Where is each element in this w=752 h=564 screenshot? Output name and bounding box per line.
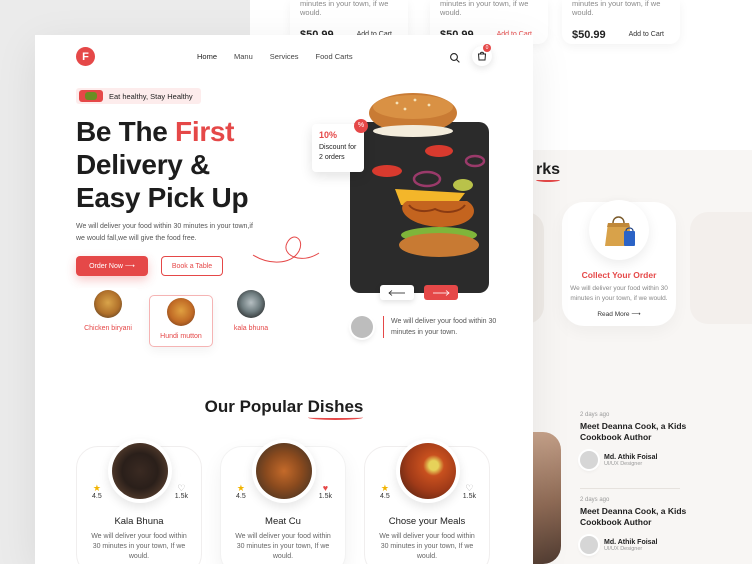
salad-icon [79, 90, 103, 102]
nav-link-menu[interactable]: Manu [234, 52, 253, 61]
logo[interactable]: F [76, 47, 95, 66]
delivery-note: We will deliver your food within 30 minu… [351, 316, 501, 338]
dish-image [400, 443, 456, 499]
star-icon: ★ [236, 483, 245, 493]
avatar [351, 316, 373, 338]
author-role: UI/UX Designer [604, 545, 643, 552]
hero-tag-text: Eat healthy, Stay Healthy [109, 91, 193, 101]
blog-title[interactable]: Meet Deanna Cook, a Kids Cookbook Author [580, 421, 690, 443]
dish-card[interactable]: ★ 4.5 ♥ 1.5k Meat Cu We will deliver your … [220, 439, 346, 564]
blog-image [533, 432, 561, 564]
author-name: Md. Athik Foisal [604, 453, 658, 461]
dish-likes[interactable]: ♡ 1.5k [175, 483, 188, 500]
cart-count-badge: 0 [483, 44, 491, 52]
dish-plate [252, 439, 316, 503]
avatar [580, 451, 598, 469]
dish-likes[interactable]: ♥ 1.5k [319, 483, 332, 500]
arrow-right-icon: ⟶ [631, 311, 641, 318]
nav-link-services[interactable]: Services [270, 52, 299, 61]
dish-desc: We will deliver your food within 30 minu… [379, 533, 475, 560]
discount-percent: 10% [319, 130, 338, 140]
divider [383, 316, 384, 338]
dish-desc: We will deliver your food within 30 minu… [91, 533, 187, 560]
dish-desc: We will deliver your food within 30 minu… [235, 533, 331, 560]
blog-post[interactable]: 2 days ago Meet Deanna Cook, a Kids Cook… [580, 497, 690, 554]
step-card-collect: Collect Your Order We will deliver your … [562, 200, 676, 326]
navbar: F Home Manu Services Food Carts 0 [35, 35, 533, 79]
hero-tag: Eat healthy, Stay Healthy [76, 88, 201, 104]
hero-title: Be The First Delivery & Easy Pick Up [76, 116, 249, 213]
nav-link-home[interactable]: Home [197, 52, 217, 61]
dish-card[interactable]: ★ 4.5 ♡ 1.5k Kala Bhuna We will deliver yo… [76, 439, 202, 564]
popular-dishes-title: Our Popular Dishes [204, 397, 364, 416]
product-desc: minutes in your town, if we would. [300, 0, 389, 17]
decorative-swirl [252, 236, 320, 263]
hero-description: We will deliver your food within 30 minu… [76, 223, 253, 242]
product-card: minutes in your town, if we would. $50.9… [562, 0, 680, 44]
step-card-partial [690, 212, 752, 324]
mini-dish-card[interactable]: Hundi mutton [149, 295, 213, 347]
mini-dish-card[interactable]: Chicken biryani [76, 288, 140, 342]
add-to-cart-button[interactable]: Add to Cart [623, 27, 670, 42]
blog-post[interactable]: 2 days ago Meet Deanna Cook, a Kids Cook… [580, 412, 690, 469]
product-desc: minutes in your town, if we would. [440, 0, 529, 17]
mini-dish-label: Chicken biryani [84, 325, 132, 332]
dish-plate [108, 439, 172, 503]
arrow-left-icon [388, 289, 405, 296]
heart-icon: ♡ [177, 483, 186, 493]
arrow-right-icon: ⟶ [124, 263, 135, 270]
divider [580, 488, 680, 489]
dish-image [167, 298, 195, 326]
read-more-link[interactable]: Read More ⟶ [562, 310, 676, 318]
author-role: UI/UX Designer [604, 460, 643, 467]
step-desc: We will deliver your food within 30 minu… [570, 285, 668, 302]
star-icon: ★ [92, 483, 101, 493]
delivery-note-text: We will deliver your food within 30 minu… [391, 318, 497, 336]
book-table-button[interactable]: Book a Table [161, 256, 223, 276]
dish-image [112, 443, 168, 499]
heart-filled-icon: ♥ [322, 483, 329, 493]
star-icon: ★ [380, 483, 389, 493]
nav-links: Home Manu Services Food Carts [197, 52, 353, 61]
next-arrow-button[interactable] [424, 285, 458, 300]
mini-dish-label: kala bhuna [233, 325, 269, 332]
how-it-works-title: rks [536, 161, 561, 182]
step-title: Collect Your Order [581, 270, 657, 280]
dish-name: Kala Bhuna [114, 516, 164, 527]
main-page: F Home Manu Services Food Carts 0 Eat he… [35, 35, 533, 564]
dish-name: Chose your Meals [388, 516, 466, 527]
product-price: $50.99 [572, 28, 606, 41]
dish-name: Meat Cu [265, 516, 301, 527]
dish-image [237, 290, 265, 318]
mini-dish-label: Hundi mutton [160, 333, 202, 340]
order-now-button[interactable]: Order Now ⟶ [76, 256, 148, 276]
dish-card[interactable]: ★ 4.5 ♡ 1.5k Chose your Meals We will deli… [364, 439, 490, 564]
dish-rating: ★ 4.5 [92, 483, 102, 500]
mini-dish-card[interactable]: kala bhuna [219, 288, 283, 342]
avatar [580, 536, 598, 554]
blog-date: 2 days ago [580, 497, 610, 503]
dish-rating: ★ 4.5 [380, 483, 390, 500]
author-name: Md. Athik Foisal [604, 538, 658, 546]
percent-badge: % [354, 119, 368, 133]
dish-rating: ★ 4.5 [236, 483, 246, 500]
blog-date: 2 days ago [580, 412, 610, 418]
shopping-bag-icon [589, 200, 649, 260]
product-desc: minutes in your town, if we would. [572, 0, 661, 17]
dish-image [256, 443, 312, 499]
blog-title[interactable]: Meet Deanna Cook, a Kids Cookbook Author [580, 506, 690, 528]
dish-plate [396, 439, 460, 503]
prev-arrow-button[interactable] [380, 285, 414, 300]
heart-icon: ♡ [465, 483, 474, 493]
search-icon[interactable] [449, 51, 461, 63]
dish-likes[interactable]: ♡ 1.5k [463, 483, 476, 500]
dish-image [94, 290, 122, 318]
discount-text: Discount for 2 orders [319, 144, 357, 161]
nav-link-food-carts[interactable]: Food Carts [316, 52, 353, 61]
arrow-right-icon [433, 289, 450, 296]
